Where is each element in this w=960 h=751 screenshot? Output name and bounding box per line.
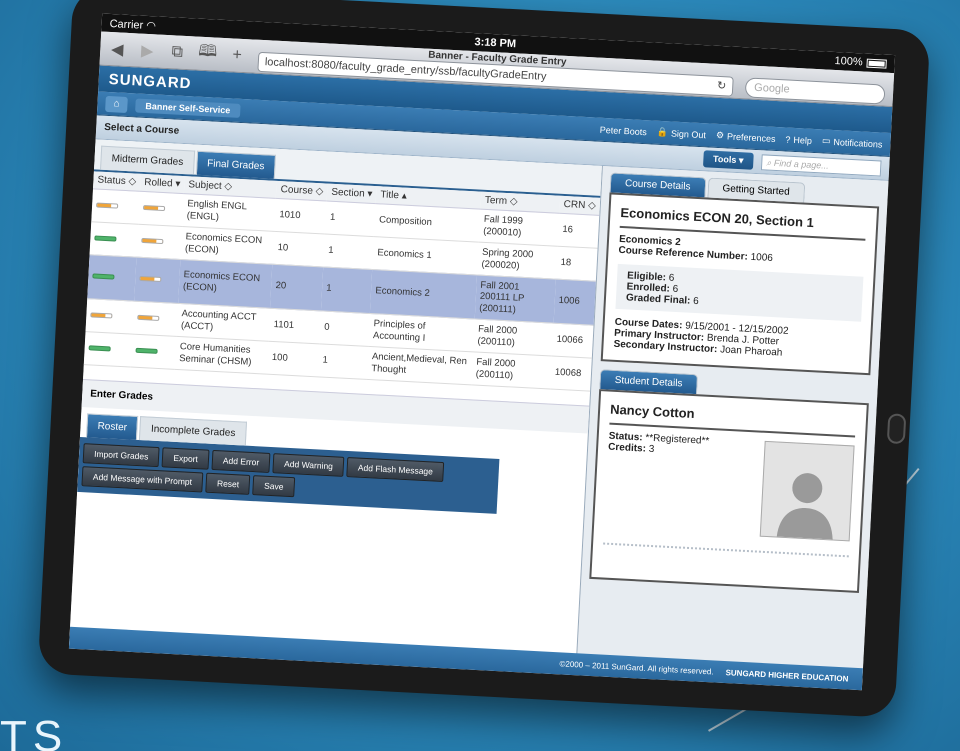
- section-cell: 0: [319, 311, 371, 347]
- tablet-screen: Carrier ◠ 3:18 PM 100% Banner - Faculty …: [68, 13, 896, 691]
- title-cell: Economics 1: [372, 236, 479, 275]
- main-content: Midterm Grades Final Grades Status ◇ Rol…: [69, 139, 889, 687]
- course-details-card: Economics ECON 20, Section 1 Economics 2…: [600, 192, 880, 376]
- subject-cell: Accounting ACCT (ACCT): [176, 303, 271, 342]
- preferences-link[interactable]: ⚙ Preferences: [716, 130, 776, 144]
- help-icon: ?: [785, 133, 791, 145]
- section-cell: 1: [321, 266, 373, 314]
- col-crn[interactable]: CRN ◇: [559, 195, 601, 216]
- export-button[interactable]: Export: [161, 446, 210, 470]
- crn-cell: 18: [555, 245, 598, 281]
- battery-status: 100%: [834, 55, 887, 70]
- status-indicator: [92, 273, 115, 280]
- add-error-button[interactable]: Add Error: [211, 449, 271, 473]
- course-panel: Midterm Grades Final Grades Status ◇ Rol…: [69, 139, 603, 672]
- crn-cell: 16: [557, 213, 600, 249]
- term-cell: Fall 2000 (200110): [472, 319, 554, 356]
- title-cell: Composition: [374, 203, 481, 242]
- sungard-logo: SUNGARD: [108, 70, 192, 92]
- tab-midterm-grades[interactable]: Midterm Grades: [100, 145, 195, 175]
- term-cell: Fall 2000 (200110): [471, 351, 552, 389]
- subject-cell: English ENGL (ENGL): [182, 193, 277, 232]
- rolled-indicator: [135, 347, 158, 354]
- course-cell: 20: [270, 263, 324, 312]
- title-cell: Principles of Accounting I: [368, 313, 475, 352]
- copyright-text: ©2000 – 2011 SunGard. All rights reserve…: [559, 658, 714, 676]
- course-cell: 1101: [268, 308, 322, 344]
- subject-cell: Core Humanities Seminar (CHSM): [174, 336, 269, 374]
- notifications-link[interactable]: ▭ Notifications: [822, 135, 883, 149]
- slide-title-fragment: TS: [0, 712, 69, 751]
- sign-out-link[interactable]: 🔒 Sign Out: [657, 127, 707, 141]
- status-indicator: [88, 345, 111, 352]
- course-cell: 100: [267, 341, 320, 377]
- subject-cell: Economics ECON (ECON): [178, 258, 273, 309]
- page-title: Select a Course: [103, 121, 180, 137]
- person-silhouette-icon: [776, 473, 833, 540]
- search-icon: ⌕: [766, 157, 772, 168]
- status-indicator: [94, 235, 117, 242]
- course-table: Status ◇ Rolled ▾ Subject ◇ Course ◇ Sec…: [83, 171, 601, 391]
- add-warning-button[interactable]: Add Warning: [272, 452, 345, 477]
- slide-background: { "slide": { "partial_text": "TS" }, "st…: [0, 0, 960, 751]
- crn-cell: 10068: [550, 355, 592, 391]
- title-cell: Economics 2: [370, 269, 477, 320]
- col-rolled[interactable]: Rolled ▾: [139, 173, 185, 194]
- save-button[interactable]: Save: [252, 474, 296, 497]
- course-cell: 1010: [274, 198, 327, 234]
- term-cell: Spring 2000 (200020): [476, 241, 558, 279]
- reset-button[interactable]: Reset: [205, 472, 251, 495]
- course-cell: 10: [272, 231, 326, 267]
- tab-final-grades[interactable]: Final Grades: [195, 150, 276, 179]
- tablet-device: Carrier ◠ 3:18 PM 100% Banner - Faculty …: [37, 0, 931, 718]
- section-cell: 1: [325, 201, 376, 237]
- term-cell: Fall 1999 (200010): [478, 209, 560, 246]
- wifi-icon: ◠: [146, 19, 157, 32]
- footer-brand: SUNGARD HIGHER EDUCATION: [725, 667, 849, 684]
- crn-cell: 1006: [553, 278, 596, 326]
- find-page-input[interactable]: ⌕ Find a page...: [760, 153, 882, 177]
- tab-roster[interactable]: Roster: [86, 412, 139, 440]
- rolled-indicator: [142, 204, 166, 212]
- breadcrumb[interactable]: Banner Self-Service: [135, 97, 241, 118]
- search-placeholder: Google: [753, 81, 790, 96]
- status-indicator: [90, 312, 113, 319]
- home-button[interactable]: [886, 413, 907, 445]
- status-indicator: [96, 202, 119, 209]
- carrier-label: Carrier ◠: [109, 17, 157, 32]
- student-details-card: Nancy Cotton Status: **Registered** Cred…: [589, 389, 869, 593]
- user-name: Peter Boots: [599, 124, 648, 137]
- divider: [603, 542, 849, 558]
- home-icon[interactable]: ⌂: [105, 95, 128, 113]
- clock: 3:18 PM: [474, 36, 517, 51]
- import-grades-button[interactable]: Import Grades: [82, 442, 160, 467]
- term-cell: Fall 2001 200111 LP (200111): [474, 274, 556, 324]
- crn-cell: 10066: [551, 323, 594, 359]
- rolled-indicator: [141, 237, 164, 244]
- enrollment-box: Eligible: 6 Enrolled: 6 Graded Final: 6: [615, 263, 864, 322]
- reload-icon[interactable]: ↻: [717, 79, 727, 92]
- title-cell: Ancient,Medieval, Ren Thought: [366, 346, 473, 385]
- lock-icon: 🔒: [656, 126, 669, 138]
- add-message-prompt-button[interactable]: Add Message with Prompt: [81, 465, 204, 493]
- section-cell: 1: [317, 343, 369, 380]
- help-link[interactable]: ? Help: [785, 134, 812, 145]
- tools-button[interactable]: Tools ▾: [702, 150, 754, 170]
- notification-icon: ▭: [821, 135, 831, 146]
- gear-icon: ⚙: [715, 129, 725, 141]
- battery-icon: [866, 58, 887, 69]
- rolled-indicator: [139, 276, 162, 283]
- rolled-indicator: [137, 314, 160, 322]
- subject-cell: Economics ECON (ECON): [180, 226, 275, 264]
- details-panel: Course Details Getting Started Economics…: [576, 165, 889, 687]
- add-flash-message-button[interactable]: Add Flash Message: [346, 456, 445, 482]
- section-cell: 1: [323, 233, 375, 270]
- student-photo-placeholder: [759, 440, 855, 542]
